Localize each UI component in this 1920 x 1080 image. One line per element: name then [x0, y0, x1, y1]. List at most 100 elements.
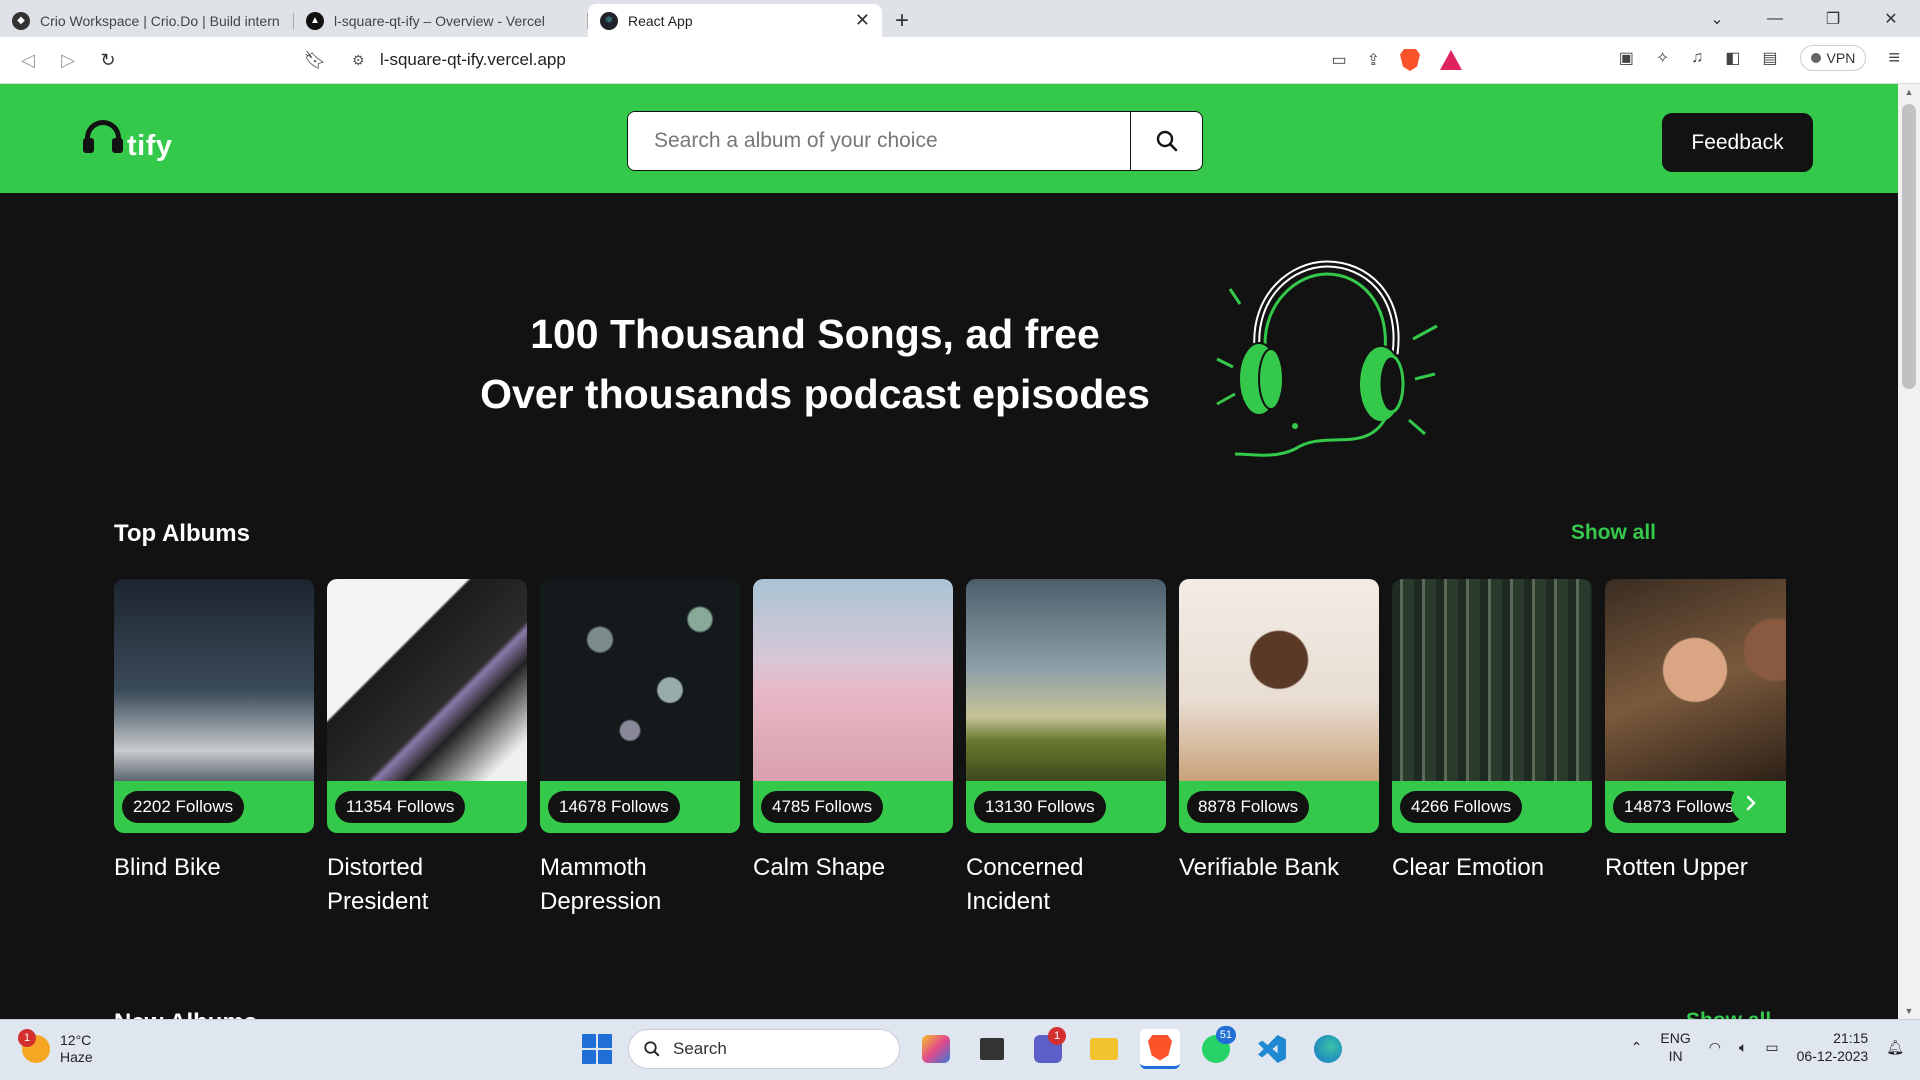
vpn-label: VPN	[1826, 50, 1856, 66]
page-viewport: tify Feedback 100 Thousand Songs, ad fre…	[0, 84, 1898, 1019]
album-card[interactable]: 4785 Follows Calm Shape	[753, 579, 953, 885]
show-all-button[interactable]: Show all	[1571, 521, 1656, 545]
share-icon[interactable]: ⇪	[1367, 50, 1380, 70]
vpn-status-icon	[1810, 53, 1821, 63]
extensions-icon[interactable]: ✧	[1656, 48, 1669, 68]
hero-heading: 100 Thousand Songs, ad free Over thousan…	[460, 304, 1170, 424]
album-card[interactable]: 8878 Follows Verifiable Bank	[1179, 579, 1379, 885]
follows-badge: 8878 Follows	[1187, 791, 1310, 823]
start-button[interactable]	[582, 1034, 612, 1064]
feedback-button[interactable]: Feedback	[1662, 113, 1813, 172]
weather-desc: Haze	[60, 1049, 93, 1065]
search-icon	[644, 1041, 660, 1057]
follows-badge: 11354 Follows	[335, 791, 466, 823]
album-card[interactable]: 11354 Follows Distorted President	[327, 579, 527, 919]
weather-temp: 12°C	[60, 1032, 92, 1048]
maximize-button[interactable]: ❐	[1804, 0, 1862, 37]
extensions-area: ▣ ✧ ♫ ◧ ▤ VPN ≡	[1619, 45, 1900, 71]
pip-icon[interactable]: ▣	[1619, 48, 1634, 68]
edge-icon[interactable]	[1308, 1029, 1348, 1069]
chevron-up-icon[interactable]: ⌃	[1631, 1039, 1643, 1056]
weather-widget[interactable]: 1 12°C Haze	[18, 1029, 93, 1066]
whatsapp-badge: 51	[1215, 1026, 1236, 1044]
search-icon	[1156, 130, 1177, 152]
cast-icon[interactable]: ▭	[1331, 50, 1346, 70]
brave-rewards-icon[interactable]: 5	[1440, 50, 1462, 70]
album-cover	[1392, 579, 1592, 781]
task-view-icon[interactable]	[972, 1029, 1012, 1069]
page-scrollbar[interactable]: ▲ ▼	[1898, 84, 1920, 1019]
close-tab-icon[interactable]: ✕	[855, 10, 870, 31]
section-title: Top Albums	[114, 520, 250, 547]
battery-icon[interactable]: ▭	[1765, 1039, 1778, 1056]
album-card[interactable]: 14678 Follows Mammoth Depression	[540, 579, 740, 919]
brave-browser-icon[interactable]	[1140, 1029, 1180, 1069]
taskbar-search[interactable]: Search	[628, 1029, 900, 1069]
chevron-right-icon	[1746, 795, 1756, 811]
menu-icon[interactable]: ≡	[1888, 47, 1900, 70]
vercel-icon: ▲	[306, 11, 324, 30]
album-card[interactable]: 2202 Follows Blind Bike	[114, 579, 314, 885]
album-name: Distorted President	[327, 854, 429, 915]
tab-search-icon[interactable]: ⌄	[1688, 0, 1746, 37]
tab-react-app[interactable]: ⚛ React App ✕	[588, 4, 882, 37]
search-input[interactable]	[628, 112, 1130, 170]
scroll-thumb[interactable]	[1902, 104, 1916, 389]
album-name: Verifiable Bank	[1179, 854, 1340, 881]
url-bar[interactable]: ⚙︎ l-square-qt-ify.vercel.app ▭ ⇪ 5	[342, 43, 1462, 77]
back-icon[interactable]: ◁	[8, 50, 48, 71]
language-indicator[interactable]: ENG IN	[1660, 1029, 1690, 1065]
tab-title: l-square-qt-ify – Overview - Vercel	[334, 12, 545, 29]
wifi-icon[interactable]: ◠	[1709, 1039, 1721, 1056]
teams-badge: 1	[1048, 1027, 1066, 1045]
browser-tab-strip: ◆ Crio Workspace | Crio.Do | Build inter…	[0, 0, 1920, 37]
album-card[interactable]: 4266 Follows Clear Emotion	[1392, 579, 1592, 885]
teams-icon[interactable]: 1	[1028, 1027, 1068, 1069]
album-card[interactable]: 14873 Follows Rotten Upper	[1605, 579, 1786, 885]
copilot-icon[interactable]	[916, 1029, 956, 1069]
follows-badge: 4785 Follows	[761, 791, 884, 823]
hero-line-2: Over thousands podcast episodes	[480, 371, 1150, 417]
vpn-button[interactable]: VPN	[1799, 45, 1867, 71]
album-name: Concerned Incident	[966, 854, 1084, 915]
album-cover	[540, 579, 740, 781]
sidebar-icon[interactable]: ◧	[1725, 48, 1740, 68]
album-cover	[1605, 579, 1786, 781]
scroll-down-icon[interactable]: ▼	[1898, 1006, 1920, 1016]
new-tab-button[interactable]: +	[882, 4, 922, 37]
vscode-icon[interactable]	[1252, 1029, 1292, 1069]
album-name: Rotten Upper	[1605, 854, 1748, 881]
follows-badge: 2202 Follows	[122, 791, 245, 823]
album-cover	[1179, 579, 1379, 781]
tab-vercel[interactable]: ▲ l-square-qt-ify – Overview - Vercel	[294, 4, 588, 37]
hero-headphones-icon	[1216, 260, 1438, 457]
search-button[interactable]	[1130, 112, 1202, 170]
bookmark-icon[interactable]: 🔖︎	[295, 50, 335, 71]
clock[interactable]: 21:15 06-12-2023	[1797, 1029, 1869, 1065]
album-cover	[327, 579, 527, 781]
media-icon[interactable]: ♫	[1691, 49, 1703, 67]
tab-crio[interactable]: ◆ Crio Workspace | Crio.Do | Build inter…	[0, 4, 294, 37]
reload-icon[interactable]: ↻	[88, 50, 128, 71]
weather-icon: 1	[18, 1029, 50, 1063]
tab-title: React App	[628, 12, 693, 29]
album-name: Calm Shape	[753, 854, 886, 881]
carousel-next-button[interactable]	[1731, 783, 1771, 823]
close-window-button[interactable]: ✕	[1862, 0, 1920, 37]
volume-icon[interactable]: 🔈︎	[1739, 1039, 1747, 1056]
album-search	[627, 111, 1203, 171]
forward-icon[interactable]: ▷	[48, 50, 88, 71]
wallet-icon[interactable]: ▤	[1762, 48, 1777, 68]
album-cover	[114, 579, 314, 781]
minimize-button[interactable]: —	[1746, 0, 1804, 37]
new-albums-show-all[interactable]: Show all	[1686, 1009, 1771, 1019]
whatsapp-icon[interactable]: 51	[1196, 1026, 1236, 1069]
scroll-up-icon[interactable]: ▲	[1898, 87, 1920, 97]
qtify-logo[interactable]: tify	[83, 120, 175, 162]
site-info-icon[interactable]: ⚙︎	[352, 52, 380, 69]
brave-shield-icon[interactable]	[1400, 49, 1420, 71]
album-card[interactable]: 13130 Follows Concerned Incident	[966, 579, 1166, 919]
notification-icon[interactable]: 🔔︎	[1886, 1039, 1904, 1056]
album-name: Mammoth Depression	[540, 854, 662, 915]
file-explorer-icon[interactable]	[1084, 1029, 1124, 1069]
